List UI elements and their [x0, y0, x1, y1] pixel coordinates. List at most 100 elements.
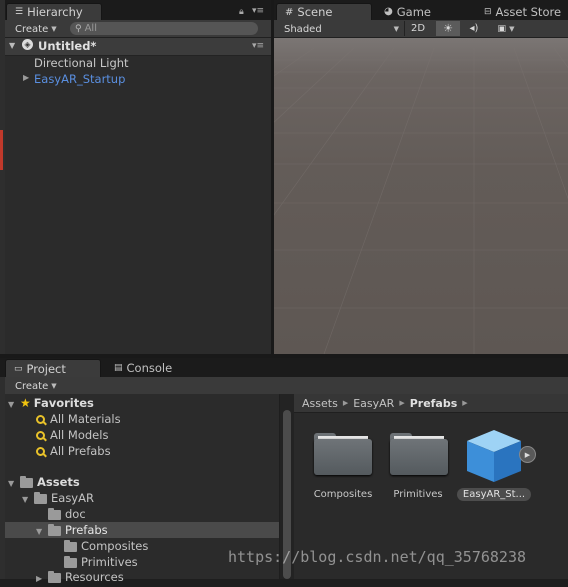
expand-arrow-icon[interactable]: ▶	[23, 73, 29, 82]
tree-item-resources[interactable]: ▶ Resources	[36, 569, 124, 585]
hierarchy-item-directional-light[interactable]: Directional Light	[34, 55, 129, 71]
lock-icon[interactable]: 🔒︎	[239, 7, 244, 17]
hierarchy-search-input[interactable]: ⚲ All	[70, 22, 258, 35]
tree-item-primitives[interactable]: Primitives	[64, 554, 138, 570]
favorites-item-label: All Prefabs	[50, 444, 111, 458]
project-toolbar	[5, 377, 568, 395]
search-icon	[36, 415, 45, 424]
prefab-cube-icon[interactable]	[463, 428, 525, 484]
assets-header[interactable]: ▼ Assets	[8, 474, 80, 490]
tree-item-prefabs[interactable]: ▼ Prefabs	[36, 522, 108, 538]
tree-item-doc[interactable]: doc	[48, 506, 86, 522]
tab-scene[interactable]: # Scene	[276, 3, 372, 20]
tab-scene-label: Scene	[297, 5, 333, 19]
tree-item-label: doc	[65, 507, 86, 521]
store-icon: ⊟	[484, 6, 492, 17]
scene-menu-icon[interactable]: ▾≡	[252, 41, 264, 51]
tab-console[interactable]: ▤ Console	[106, 359, 202, 377]
breadcrumb-separator-icon: ▶	[462, 399, 468, 407]
watermark-text: https://blog.csdn.net/qq_35768238	[228, 548, 527, 566]
breadcrumb: Assets ▶ EasyAR ▶ Prefabs ▶	[294, 394, 568, 413]
folder-icon	[48, 523, 61, 536]
list-icon: ☰	[15, 7, 24, 17]
tab-game-label: Game	[396, 4, 431, 19]
breadcrumb-assets[interactable]: Assets	[302, 397, 338, 410]
asset-label-composites: Composites	[313, 489, 373, 500]
hierarchy-item-label: EasyAR_Startup	[34, 72, 126, 86]
favorites-item-all-prefabs[interactable]: All Prefabs	[36, 443, 111, 459]
tab-asset-store-label: Asset Store	[495, 4, 562, 19]
folder-icon	[64, 539, 77, 552]
expand-triangle-icon: ▼	[22, 495, 29, 504]
tree-item-label: Resources	[65, 570, 124, 584]
shading-mode-dropdown[interactable]: Shaded ▼	[284, 22, 399, 36]
folder-icon	[20, 475, 33, 488]
asset-label-easyar-startup: EasyAR_St...	[457, 488, 531, 501]
caret-down-icon: ▼	[393, 25, 399, 33]
favorites-item-label: All Materials	[50, 412, 121, 426]
folder-icon	[64, 555, 77, 568]
breadcrumb-easyar[interactable]: EasyAR	[353, 397, 394, 410]
search-icon	[36, 431, 45, 440]
star-icon: ★	[20, 396, 31, 410]
tree-item-easyar[interactable]: ▼ EasyAR	[22, 490, 94, 506]
speaker-icon: ◂)	[469, 23, 479, 34]
tree-item-label: Prefabs	[65, 523, 108, 537]
asset-folder-primitives[interactable]	[390, 431, 448, 475]
console-icon: ▤	[114, 363, 123, 373]
asset-folder-composites[interactable]	[314, 431, 372, 475]
panel-menu-icon[interactable]: ▾≡	[252, 6, 264, 16]
favorites-header[interactable]: ▼ ★ Favorites	[8, 395, 94, 411]
audio-toggle-button[interactable]: ◂)	[462, 21, 486, 36]
toggle-2d-button[interactable]: 2D	[404, 21, 431, 36]
left-edge-accent	[0, 130, 3, 170]
tab-hierarchy-label: Hierarchy	[27, 5, 83, 19]
tab-project-label: Project	[26, 361, 66, 376]
scene-viewport[interactable]	[274, 38, 568, 354]
search-icon: ⚲	[75, 23, 82, 34]
lighting-toggle-button[interactable]: ☀	[436, 21, 460, 36]
tree-item-composites[interactable]: Composites	[64, 538, 148, 554]
caret-down-icon: ▼	[51, 382, 57, 390]
tab-asset-store[interactable]: ⊟ Asset Store	[476, 3, 568, 20]
expand-triangle-icon: ▼	[8, 400, 15, 409]
expand-triangle-icon: ▼	[36, 527, 43, 536]
expand-triangle-icon: ▼	[8, 479, 15, 488]
assets-label: Assets	[37, 475, 80, 489]
folder-tab-icon: ▭	[14, 363, 23, 374]
grid-icon: #	[285, 6, 294, 18]
folder-icon	[314, 439, 372, 475]
tree-item-label: EasyAR	[51, 491, 94, 505]
caret-down-icon: ▼	[509, 24, 515, 33]
hierarchy-item-label: Directional Light	[34, 56, 129, 70]
tree-item-label: Primitives	[81, 555, 138, 569]
effects-dropdown[interactable]: ▣ ▼	[490, 21, 522, 36]
image-icon: ▣	[497, 23, 507, 34]
search-icon	[36, 447, 45, 456]
shading-mode-label: Shaded	[284, 23, 322, 35]
breadcrumb-separator-icon: ▶	[399, 399, 405, 407]
tab-console-label: Console	[126, 361, 173, 375]
sun-icon: ☀	[443, 22, 453, 35]
expand-arrow-icon: ▶	[36, 574, 43, 583]
unity-logo-icon: ◈	[22, 39, 33, 50]
tree-item-label: Composites	[81, 539, 149, 553]
favorites-item-all-models[interactable]: All Models	[36, 427, 108, 443]
play-preview-icon[interactable]: ▶	[519, 446, 536, 463]
toggle-2d-label: 2D	[410, 23, 426, 34]
pacman-icon: ◕	[384, 6, 393, 17]
caret-down-icon: ▼	[51, 25, 57, 33]
expand-triangle-icon[interactable]: ▼	[9, 41, 15, 50]
favorites-item-all-materials[interactable]: All Materials	[36, 411, 121, 427]
folder-icon	[48, 507, 61, 520]
tab-project[interactable]: ▭ Project	[5, 359, 101, 377]
create-label: Create	[15, 23, 49, 35]
breadcrumb-prefabs[interactable]: Prefabs	[410, 397, 458, 410]
tab-hierarchy[interactable]: ☰ Hierarchy	[6, 3, 102, 20]
search-placeholder: All	[84, 23, 97, 34]
tab-game[interactable]: ◕ Game	[376, 3, 472, 20]
project-create-button[interactable]: Create ▼	[15, 379, 57, 393]
hierarchy-item-easyar-startup[interactable]: EasyAR_Startup	[34, 71, 125, 87]
hierarchy-create-button[interactable]: Create ▼	[15, 22, 57, 36]
folder-icon	[390, 439, 448, 475]
